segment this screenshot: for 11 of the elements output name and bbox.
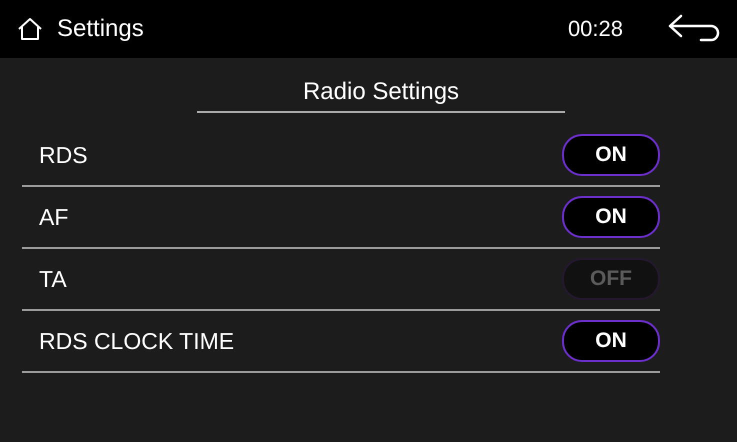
setting-label: AF bbox=[39, 204, 68, 230]
setting-label: TA bbox=[39, 266, 67, 292]
toggle-button[interactable]: ON bbox=[562, 320, 660, 362]
clock-time: 00:28 bbox=[568, 16, 623, 42]
setting-label: RDS bbox=[39, 142, 88, 168]
section-title: Radio Settings bbox=[197, 78, 565, 113]
header-title: Settings bbox=[57, 15, 144, 43]
setting-label: RDS CLOCK TIME bbox=[39, 328, 234, 354]
toggle-button[interactable]: ON bbox=[562, 134, 660, 176]
home-icon[interactable] bbox=[17, 17, 43, 41]
toggle-button[interactable]: ON bbox=[562, 196, 660, 238]
